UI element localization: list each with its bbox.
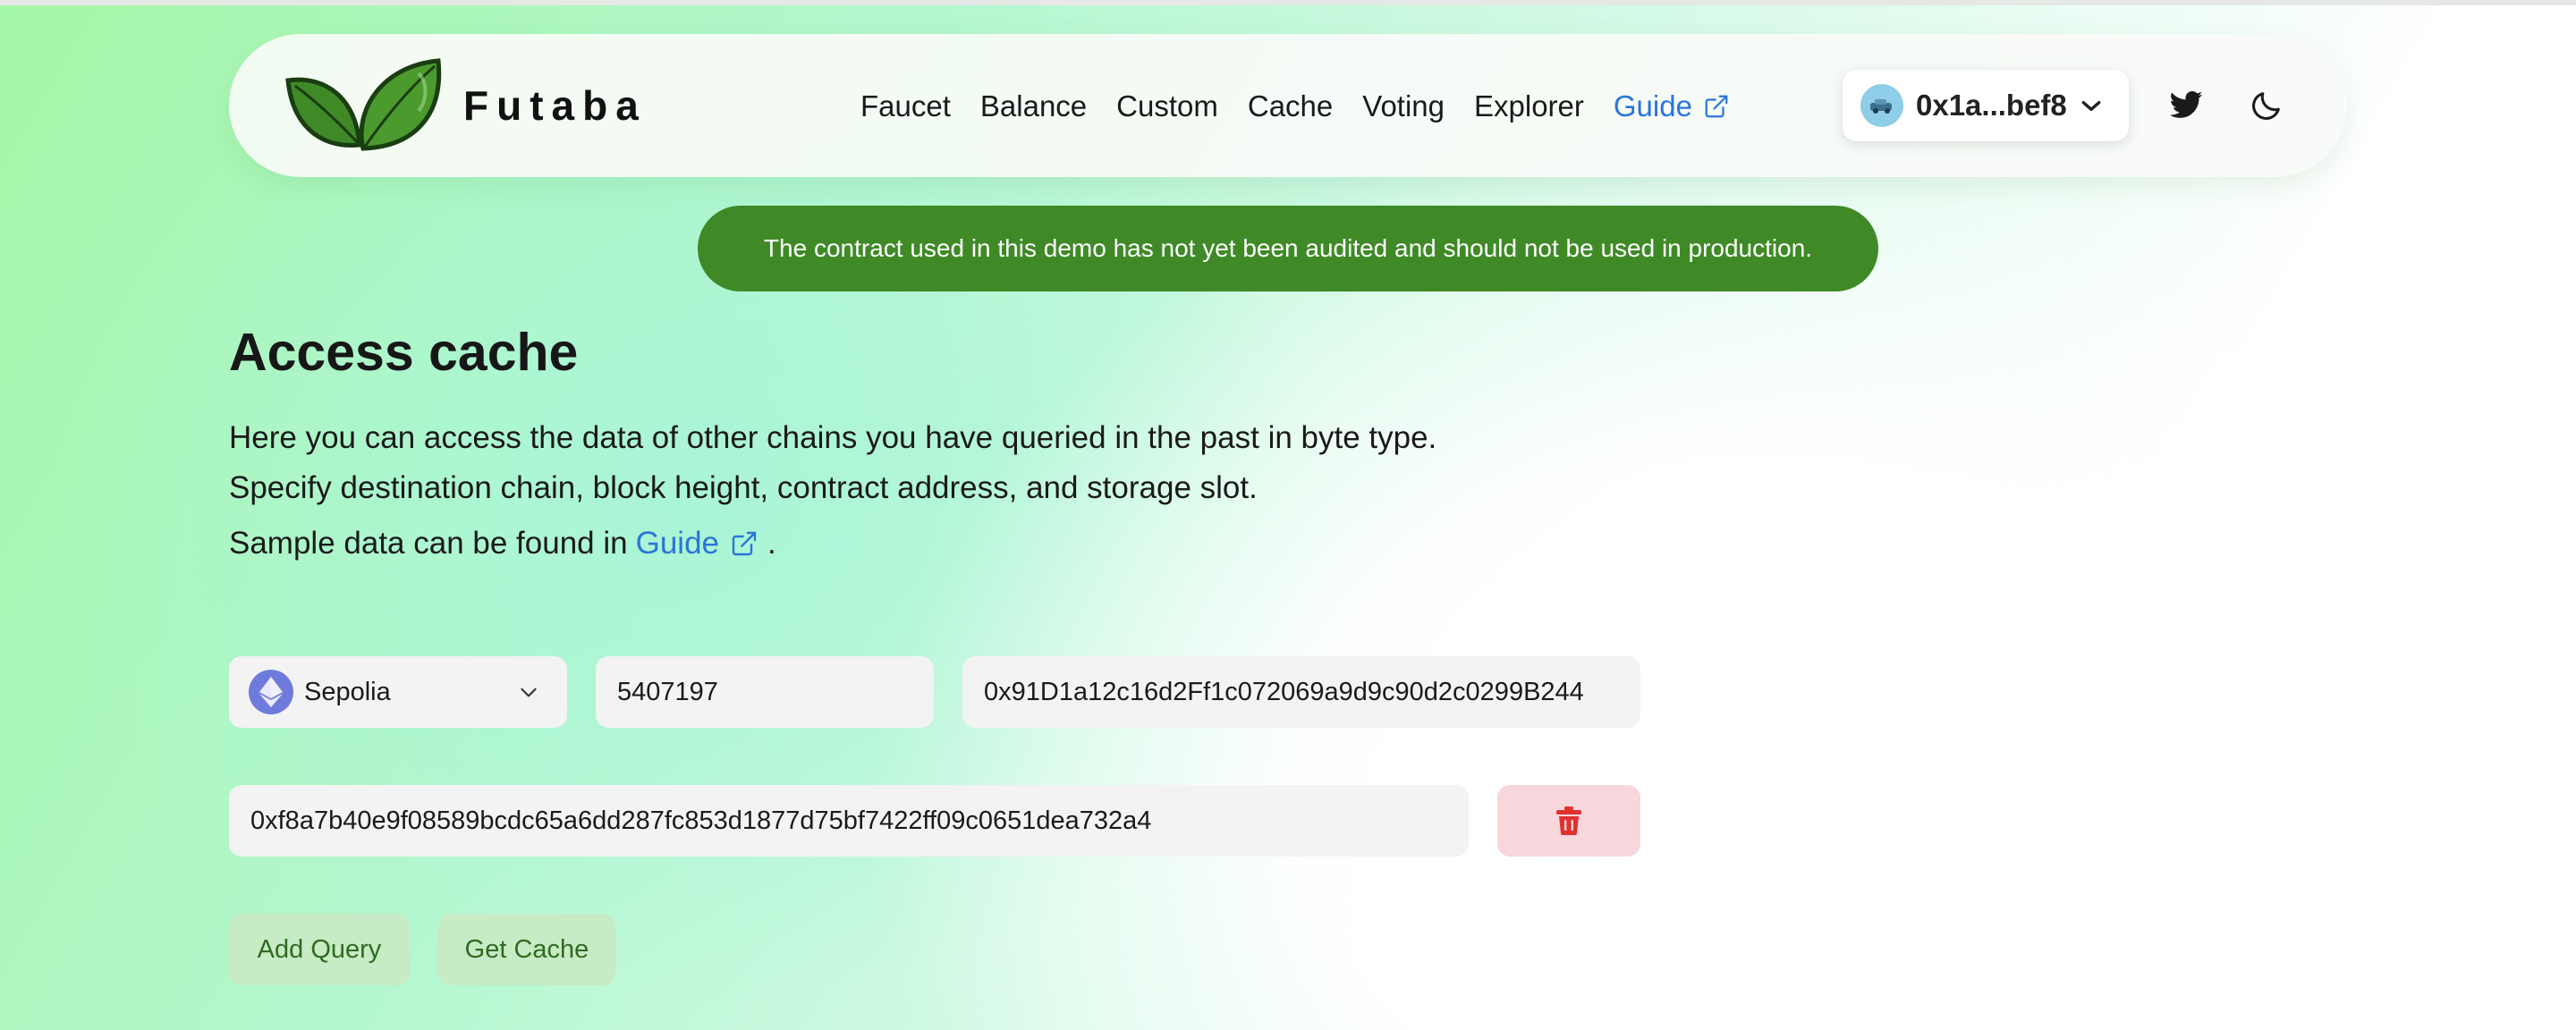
description-line-1: Here you can access the data of other ch…: [229, 420, 1437, 455]
storage-slot-input[interactable]: 0xf8a7b40e9f08589bcdc65a6dd287fc853d1877…: [229, 785, 1469, 857]
page-title: Access cache: [229, 323, 579, 382]
nav-explorer[interactable]: Explorer: [1474, 89, 1584, 123]
chain-select-value: Sepolia: [304, 677, 391, 706]
sentence-period: .: [767, 526, 776, 561]
main-nav: Faucet Balance Custom Cache Voting Explo…: [860, 75, 1730, 138]
wallet-button[interactable]: 0x1a...bef8: [1843, 70, 2129, 141]
nav-custom[interactable]: Custom: [1116, 89, 1218, 123]
description-line-3: Sample data can be found in Guide .: [229, 526, 776, 561]
nav-balance[interactable]: Balance: [980, 89, 1087, 123]
trash-icon: [1556, 806, 1581, 835]
external-link-icon: [732, 531, 757, 556]
wallet-address: 0x1a...bef8: [1916, 89, 2067, 122]
contract-address-input[interactable]: 0x91D1a12c16d2Ff1c072069a9d9c90d2c0299B2…: [962, 656, 1640, 728]
chain-select[interactable]: Sepolia: [229, 656, 567, 728]
ethereum-icon: [249, 670, 293, 714]
navbar: Futaba Faucet Balance Custom Cache Votin…: [229, 34, 2347, 177]
moon-icon[interactable]: [2249, 88, 2284, 123]
chevron-down-icon: [521, 688, 537, 697]
add-query-button[interactable]: Add Query: [229, 914, 410, 985]
top-border: [0, 0, 2576, 5]
wallet-avatar-icon: [1860, 84, 1903, 127]
guide-link[interactable]: Guide: [636, 526, 758, 561]
description-line-2: Specify destination chain, block height,…: [229, 470, 1258, 505]
delete-query-button[interactable]: [1497, 785, 1640, 857]
leaf-logo-icon[interactable]: [284, 55, 445, 156]
nav-voting[interactable]: Voting: [1362, 89, 1445, 123]
twitter-icon[interactable]: [2168, 88, 2204, 123]
chevron-down-icon: [2081, 101, 2101, 112]
nav-cache[interactable]: Cache: [1248, 89, 1333, 123]
get-cache-button[interactable]: Get Cache: [438, 914, 615, 985]
brand-name[interactable]: Futaba: [463, 72, 647, 139]
block-height-input[interactable]: 5407197: [596, 656, 934, 728]
nav-guide-link[interactable]: Guide: [1614, 89, 1730, 123]
external-link-icon: [1705, 95, 1728, 118]
audit-warning-banner: The contract used in this demo has not y…: [698, 206, 1878, 291]
guide-link-label: Guide: [635, 526, 720, 561]
nav-guide-label: Guide: [1613, 89, 1692, 122]
sample-data-text: Sample data can be found in: [229, 526, 628, 561]
nav-faucet[interactable]: Faucet: [860, 89, 951, 123]
